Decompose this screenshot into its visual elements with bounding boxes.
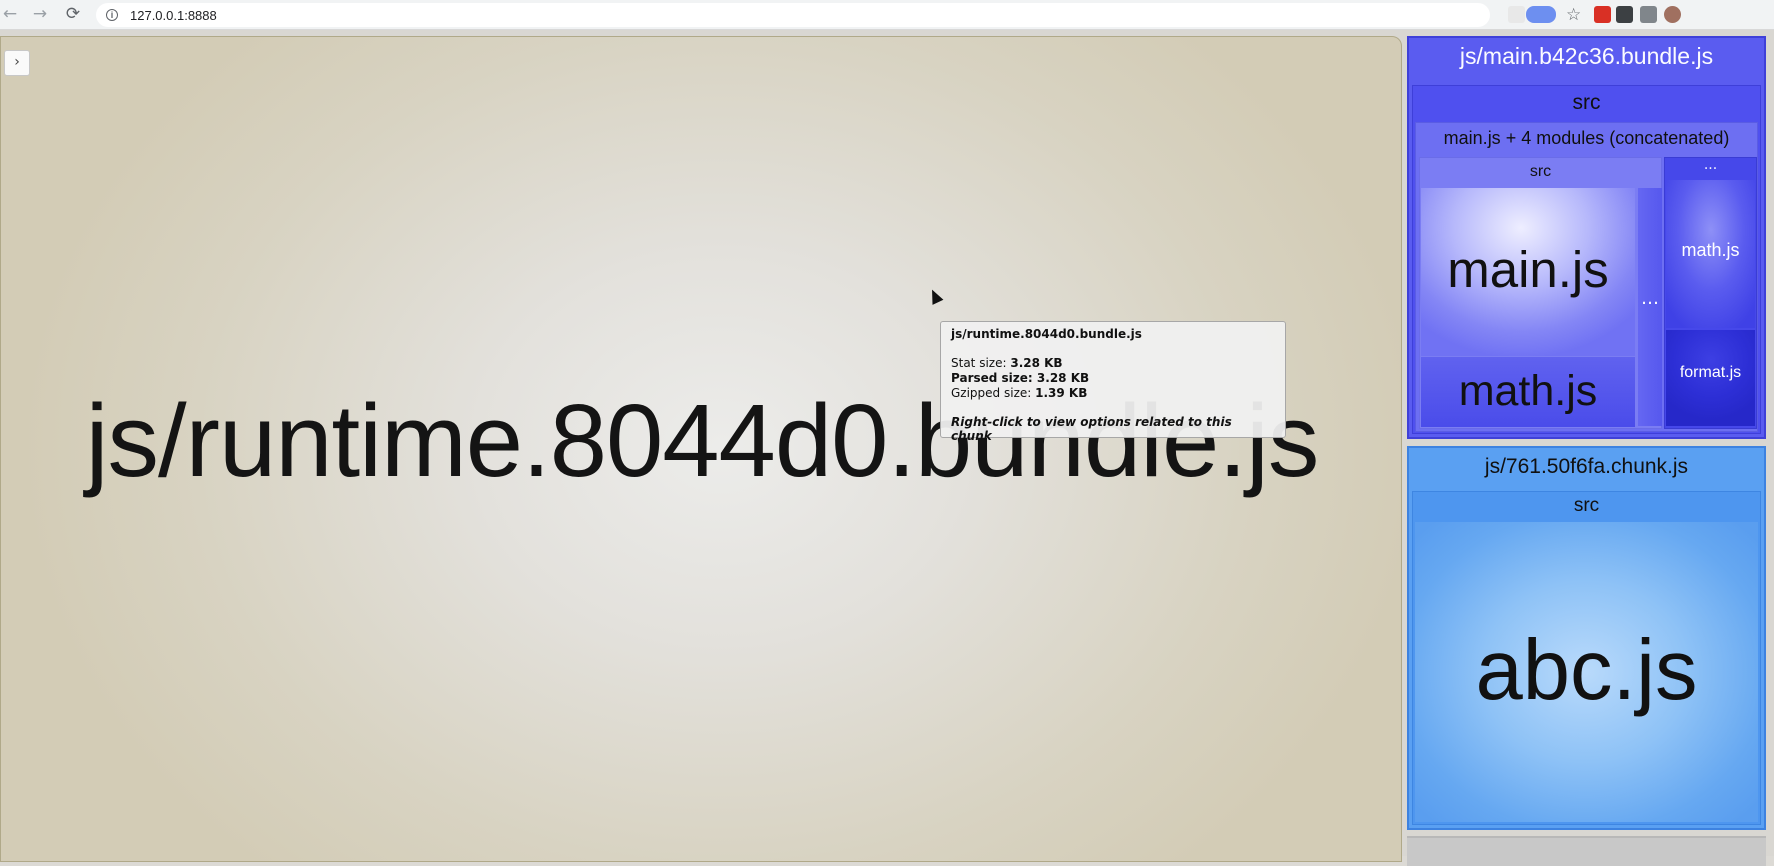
parsed-size-label: Parsed size: xyxy=(951,371,1033,385)
forward-icon[interactable]: → xyxy=(30,4,50,24)
chunk-src-label: src xyxy=(1573,495,1600,516)
extension-icons xyxy=(1508,3,1774,27)
gzipped-size-value: 1.39 KB xyxy=(1035,386,1088,400)
treemap-canvas[interactable]: js/runtime.8044d0.bundle.js › js/main.b4… xyxy=(0,30,1774,866)
puzzle-icon[interactable] xyxy=(1616,6,1633,23)
address-bar[interactable]: i 127.0.0.1:8888 ☆ xyxy=(96,3,1581,27)
extension-icon[interactable] xyxy=(1508,6,1525,23)
main-src-label: src xyxy=(1572,91,1601,114)
sidebar-toggle-button[interactable]: › xyxy=(4,50,30,76)
more-modules-label: … xyxy=(1641,288,1659,309)
extension-icon[interactable] xyxy=(1594,6,1611,23)
abc-js-module[interactable]: abc.js xyxy=(1415,522,1758,822)
math-js-label: math.js xyxy=(1458,367,1598,415)
extension-icon[interactable] xyxy=(1526,6,1556,23)
browser-toolbar: ← → ⟳ i 127.0.0.1:8888 ☆ xyxy=(0,0,1774,30)
parsed-size-value: 3.28 KB xyxy=(1036,371,1090,385)
next-chunk-tile[interactable] xyxy=(1407,836,1766,866)
gzipped-size-label: Gzipped size: xyxy=(951,386,1032,400)
tooltip-parsed-size: Parsed size: 3.28 KB xyxy=(951,371,1275,386)
tooltip-title: js/runtime.8044d0.bundle.js xyxy=(951,327,1142,341)
format-js-module[interactable]: format.js xyxy=(1666,330,1755,426)
math-js-module[interactable]: math.js xyxy=(1666,180,1755,328)
math-js-module[interactable]: math.js xyxy=(1421,357,1635,427)
url-text[interactable]: 127.0.0.1:8888 xyxy=(130,8,217,23)
main-js-label: main.js xyxy=(1447,241,1609,298)
tooltip-hint: Right-click to view options related to t… xyxy=(951,415,1232,443)
main-bundle-label: js/main.b42c36.bundle.js xyxy=(1459,43,1714,69)
tooltip-stat-size: Stat size: 3.28 KB xyxy=(951,356,1275,371)
more-modules-tile[interactable]: … xyxy=(1638,188,1662,426)
runtime-bundle-tile[interactable]: js/runtime.8044d0.bundle.js › xyxy=(0,36,1402,862)
chunk-src-folder[interactable]: src abc.js xyxy=(1412,491,1761,825)
math-js-label: math.js xyxy=(1681,240,1740,260)
stat-size-label: Stat size: xyxy=(951,356,1007,370)
stat-size-value: 3.28 KB xyxy=(1010,356,1063,370)
chunk-761-tile[interactable]: js/761.50f6fa.chunk.js src abc.js xyxy=(1407,446,1766,830)
tooltip-gzipped-size: Gzipped size: 1.39 KB xyxy=(951,386,1275,401)
main-js-module[interactable]: main.js xyxy=(1421,188,1635,356)
avatar[interactable] xyxy=(1664,6,1681,23)
collapsed-folder-label: ··· xyxy=(1703,161,1718,177)
extension-icon[interactable] xyxy=(1640,6,1657,23)
chunk-761-label: js/761.50f6fa.chunk.js xyxy=(1484,455,1689,478)
format-js-label: format.js xyxy=(1679,364,1742,381)
concat-src-label: src xyxy=(1529,163,1552,180)
concatenated-module-label: main.js + 4 modules (concatenated) xyxy=(1443,128,1730,148)
chunk-tooltip: js/runtime.8044d0.bundle.js Stat size: 3… xyxy=(940,321,1286,443)
main-src-folder[interactable]: src main.js + 4 modules (concatenated) s… xyxy=(1412,85,1761,434)
abc-js-label: abc.js xyxy=(1475,623,1698,718)
collapsed-folder-tile[interactable]: ··· math.js format.js xyxy=(1664,157,1757,429)
back-icon[interactable]: ← xyxy=(0,4,20,24)
reload-icon[interactable]: ⟳ xyxy=(63,4,83,24)
main-bundle-tile[interactable]: js/main.b42c36.bundle.js src main.js + 4… xyxy=(1407,36,1766,439)
concat-src-folder[interactable]: src main.js math.js … xyxy=(1419,157,1662,429)
info-icon[interactable]: i xyxy=(106,9,118,21)
concatenated-module[interactable]: main.js + 4 modules (concatenated) src m… xyxy=(1415,122,1758,432)
